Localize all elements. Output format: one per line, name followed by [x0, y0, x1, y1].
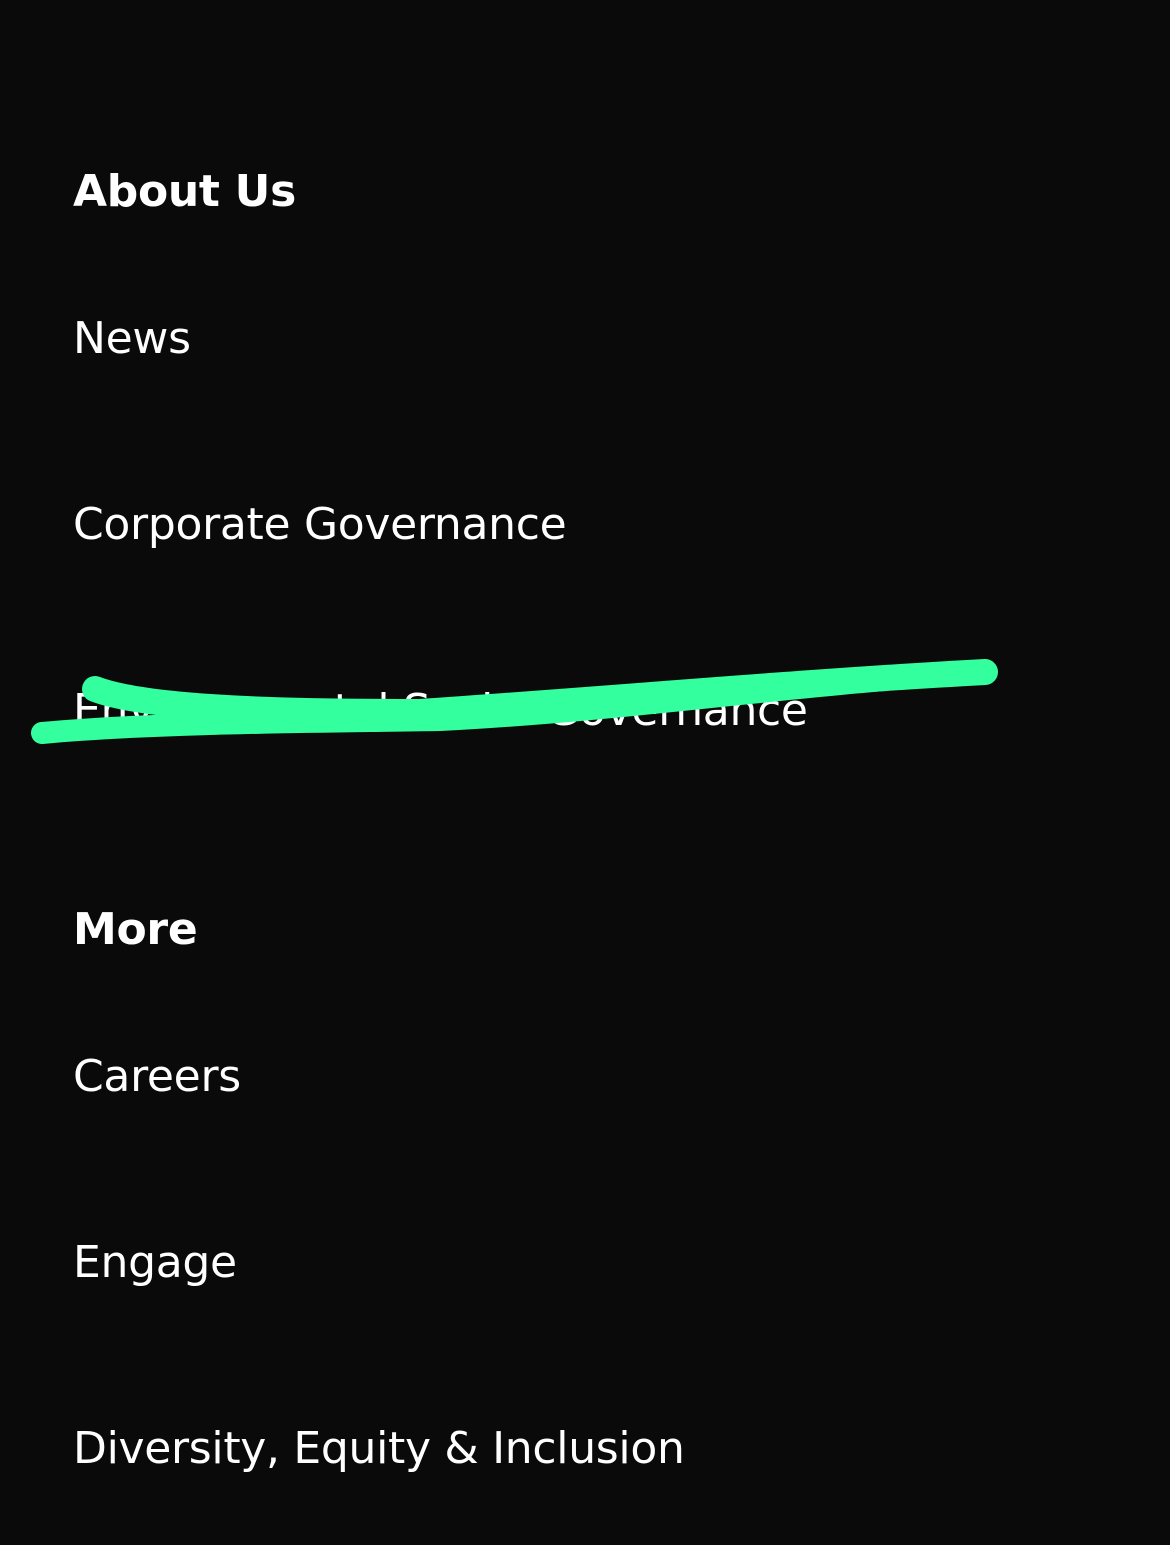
link-careers[interactable]: Careers: [73, 1055, 241, 1099]
link-news[interactable]: News: [73, 317, 191, 361]
link-environmental-social-governance[interactable]: Environmental Social Governance: [73, 689, 808, 733]
link-engage[interactable]: Engage: [73, 1241, 237, 1285]
link-corporate-governance[interactable]: Corporate Governance: [73, 503, 567, 547]
link-diversity-equity-inclusion[interactable]: Diversity, Equity & Inclusion: [73, 1427, 685, 1471]
section-heading-more: More: [73, 904, 198, 955]
section-heading-about-us: About Us: [73, 166, 296, 217]
redaction-scribble: [31, 659, 998, 744]
